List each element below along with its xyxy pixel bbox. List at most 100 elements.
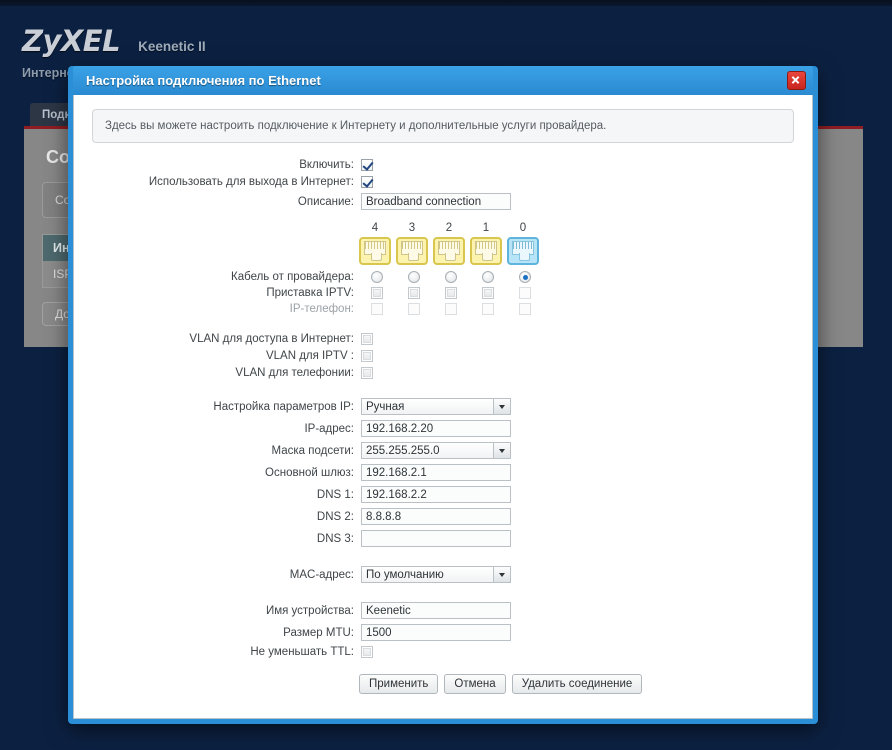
zyxel-logo: ZyXEL [22, 24, 121, 58]
port-cell-3: 3 [396, 222, 428, 265]
iptv-checkbox-4[interactable] [371, 287, 383, 299]
isp-cable-radio-3[interactable] [408, 271, 420, 283]
description-input[interactable] [361, 193, 511, 210]
row-mac-address: MAC-адрес: По умолчанию [92, 566, 794, 583]
close-icon[interactable] [787, 71, 806, 90]
label-description: Описание: [297, 195, 354, 208]
port-cell-0: 0 [507, 222, 539, 265]
port-number-0: 0 [519, 222, 527, 234]
row-vlan-telephony: VLAN для телефонии: [92, 367, 794, 379]
row-ip-phone: IP-телефон: [92, 303, 794, 315]
rj45-port-icon-0[interactable] [507, 237, 539, 265]
ip-phone-checkbox-4 [371, 303, 383, 315]
mac-address-select[interactable]: По умолчанию [361, 566, 511, 583]
apply-button[interactable]: Применить [359, 674, 439, 694]
port-number-1: 1 [482, 222, 490, 234]
rj45-port-icon-2[interactable] [433, 237, 465, 265]
device-name-input[interactable] [361, 602, 511, 619]
row-dns2: DNS 2: [92, 508, 794, 525]
label-ip-phone: IP-телефон: [289, 303, 354, 315]
row-ttl: Не уменьшать TTL: [92, 646, 794, 658]
ip-phone-checkbox-0 [519, 303, 531, 315]
subnet-mask-select[interactable]: 255.255.255.0 [361, 442, 511, 459]
label-device-name: Имя устройства: [265, 604, 354, 617]
label-use-for-internet: Использовать для выхода в Интернет: [148, 176, 354, 188]
port-cell-1: 1 [470, 222, 502, 265]
port-cell-2: 2 [433, 222, 465, 265]
isp-cable-radio-0[interactable] [519, 271, 531, 283]
dialog-info-text: Здесь вы можете настроить подключение к … [92, 109, 794, 143]
row-subnet-mask: Маска подсети: 255.255.255.0 [92, 442, 794, 459]
label-gateway: Основной шлюз: [265, 466, 354, 479]
dns3-input[interactable] [361, 530, 511, 547]
label-dns3: DNS 3: [316, 532, 354, 545]
port-number-2: 2 [445, 222, 453, 234]
dialog-body: Здесь вы можете настроить подключение к … [73, 95, 813, 719]
label-enable: Включить: [299, 159, 354, 171]
label-ip-config: Настройка параметров IP: [213, 400, 354, 413]
product-name: Keenetic II [138, 39, 206, 54]
mac-address-value: По умолчанию [366, 568, 444, 581]
label-mac-address: MAC-адрес: [289, 568, 354, 581]
ip-address-input[interactable] [361, 420, 511, 437]
ttl-checkbox[interactable] [361, 646, 373, 658]
row-dns3: DNS 3: [92, 530, 794, 547]
top-bar [0, 0, 892, 6]
dialog-title-bar: Настройка подключения по Ethernet [73, 66, 813, 95]
row-vlan-internet: VLAN для доступа в Интернет: [92, 333, 794, 345]
ip-phone-checkbox-3 [408, 303, 420, 315]
cancel-button[interactable]: Отмена [444, 674, 506, 694]
label-mtu: Размер MTU: [283, 626, 354, 639]
vlan-internet-checkbox[interactable] [361, 333, 373, 345]
chevron-down-icon[interactable] [493, 567, 510, 582]
iptv-checkbox-2[interactable] [445, 287, 457, 299]
dns2-input[interactable] [361, 508, 511, 525]
ip-phone-checkbox-1 [482, 303, 494, 315]
label-vlan-iptv: VLAN для IPTV : [265, 350, 354, 362]
label-vlan-telephony: VLAN для телефонии: [235, 367, 354, 379]
ip-config-value: Ручная [366, 400, 405, 413]
port-number-3: 3 [408, 222, 416, 234]
dialog-title: Настройка подключения по Ethernet [86, 73, 321, 88]
ip-config-select[interactable]: Ручная [361, 398, 511, 415]
rj45-port-icon-4[interactable] [359, 237, 391, 265]
rj45-port-icon-1[interactable] [470, 237, 502, 265]
chevron-down-icon[interactable] [493, 443, 510, 458]
brand-row: ZyXEL Keenetic II [22, 24, 206, 58]
label-ip-address: IP-адрес: [304, 422, 354, 435]
vlan-telephony-checkbox[interactable] [361, 367, 373, 379]
row-vlan-iptv: VLAN для IPTV : [92, 350, 794, 362]
isp-cable-radio-4[interactable] [371, 271, 383, 283]
port-picker: 4 3 2 1 0 [92, 222, 794, 265]
mtu-input[interactable] [361, 624, 511, 641]
row-use-for-internet: Использовать для выхода в Интернет: [92, 176, 794, 188]
gateway-input[interactable] [361, 464, 511, 481]
delete-connection-button[interactable]: Удалить соединение [511, 674, 643, 694]
row-description: Описание: [92, 193, 794, 210]
rj45-port-icon-3[interactable] [396, 237, 428, 265]
row-dns1: DNS 1: [92, 486, 794, 503]
enable-checkbox[interactable] [361, 159, 373, 171]
row-isp-cable: Кабель от провайдера: [92, 271, 794, 283]
dns1-input[interactable] [361, 486, 511, 503]
label-isp-cable: Кабель от провайдера: [231, 271, 354, 283]
ip-phone-checkbox-2 [445, 303, 457, 315]
label-vlan-internet: VLAN для доступа в Интернет: [189, 333, 354, 345]
use-for-internet-checkbox[interactable] [361, 176, 373, 188]
iptv-checkbox-3[interactable] [408, 287, 420, 299]
ethernet-connection-dialog: Настройка подключения по Ethernet Здесь … [68, 66, 818, 724]
iptv-checkbox-0 [519, 287, 531, 299]
isp-cable-radio-2[interactable] [445, 271, 457, 283]
chevron-down-icon[interactable] [493, 399, 510, 414]
label-iptv: Приставка IPTV: [266, 287, 354, 299]
dialog-button-row: Применить Отмена Удалить соединение [359, 674, 794, 694]
label-dns2: DNS 2: [316, 510, 354, 523]
port-cell-4: 4 [359, 222, 391, 265]
vlan-iptv-checkbox[interactable] [361, 350, 373, 362]
label-subnet-mask: Маска подсети: [271, 444, 354, 457]
isp-cable-radio-1[interactable] [482, 271, 494, 283]
port-icon-row: 4 3 2 1 0 [359, 222, 794, 265]
iptv-checkbox-1[interactable] [482, 287, 494, 299]
port-number-4: 4 [371, 222, 379, 234]
row-mtu: Размер MTU: [92, 624, 794, 641]
